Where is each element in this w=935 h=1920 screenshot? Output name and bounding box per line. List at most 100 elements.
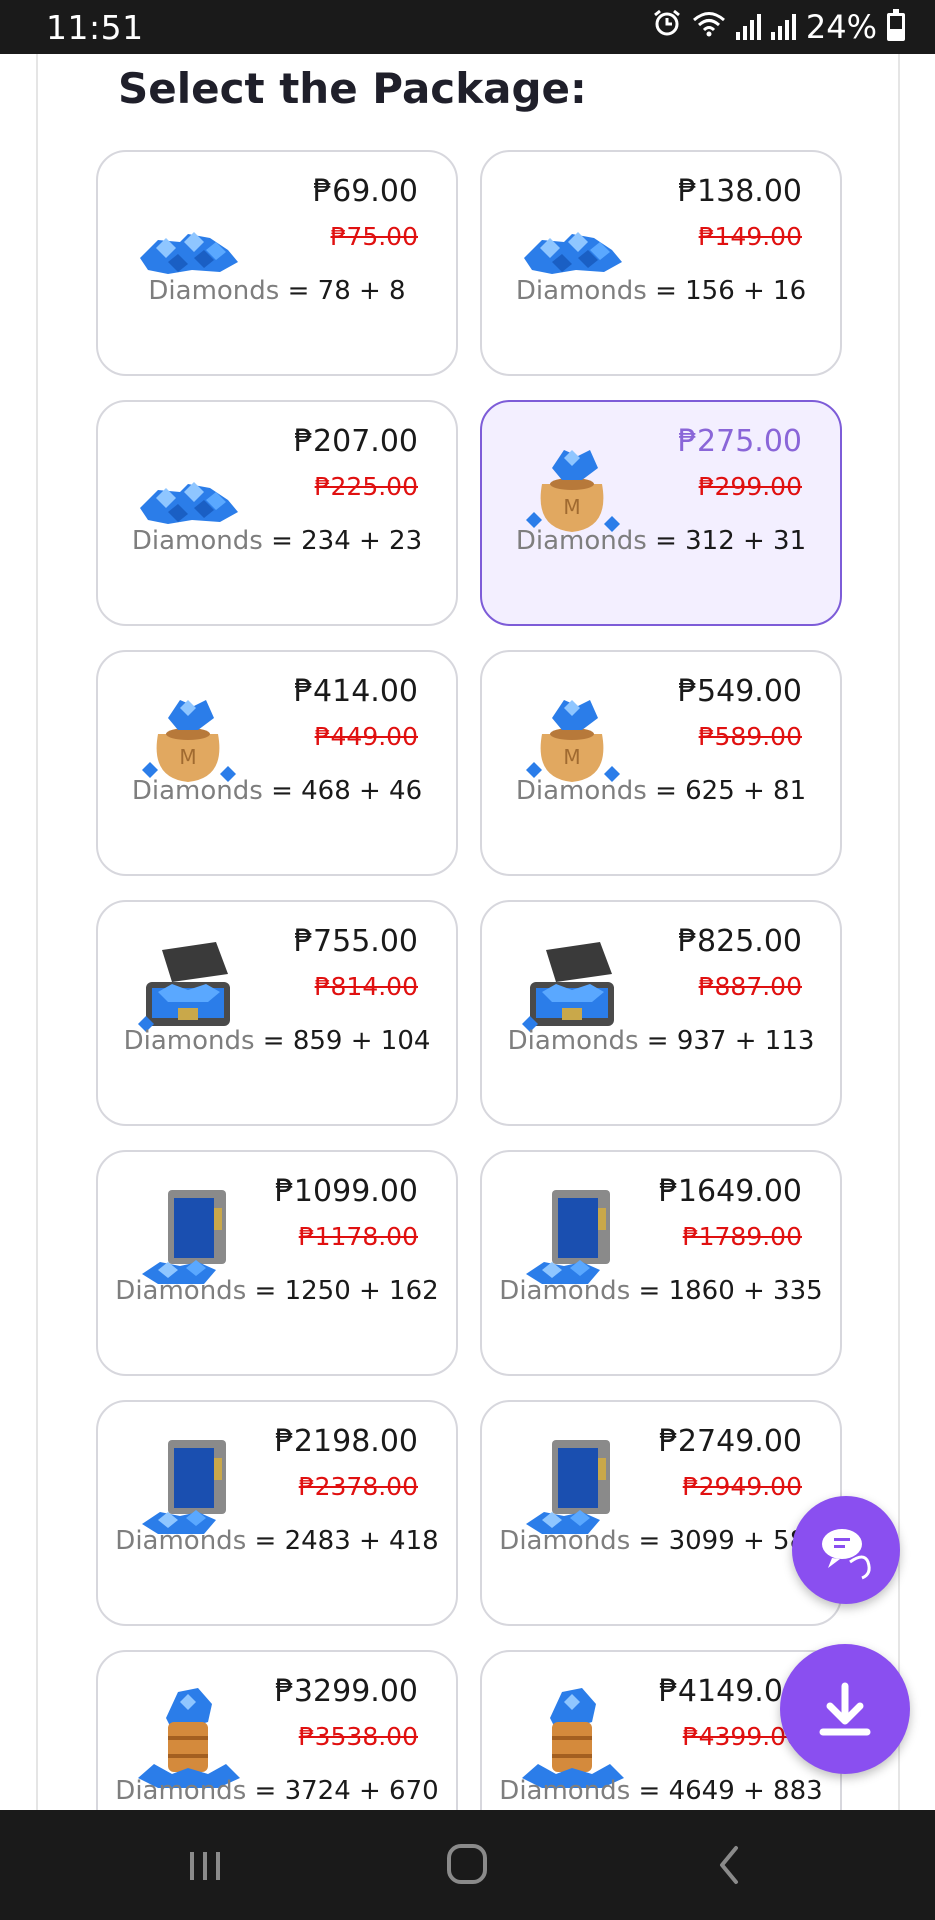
package-card[interactable]: ₱138.00 ₱149.00 Diamonds = 156 + 16: [480, 150, 842, 376]
signal-icon: [735, 14, 761, 40]
diamonds-label: Diamonds: [115, 1276, 247, 1306]
recent-apps-button[interactable]: [176, 1840, 236, 1890]
package-card[interactable]: ₱825.00 ₱887.00 Diamonds = 937 + 113: [480, 900, 842, 1126]
package-card[interactable]: ₱755.00 ₱814.00 Diamonds = 859 + 104: [96, 900, 458, 1126]
package-card[interactable]: M ₱549.00 ₱589.00 Diamonds = 625 + 81: [480, 650, 842, 876]
diamonds-amount: = 859 + 104: [262, 1026, 431, 1056]
package-description: Diamonds = 2483 + 418: [98, 1526, 456, 1556]
diamonds-amount: = 937 + 113: [646, 1026, 815, 1056]
package-description: Diamonds = 156 + 16: [482, 276, 840, 306]
package-price: ₱275.00: [677, 424, 802, 459]
signal-icon-2: [770, 14, 796, 40]
package-price: ₱1099.00: [274, 1174, 418, 1209]
page-title: Select the Package:: [118, 64, 587, 113]
diamonds-amount: = 156 + 16: [655, 276, 807, 306]
package-description: Diamonds = 234 + 23: [98, 526, 456, 556]
diamonds-amount: = 312 + 31: [655, 526, 807, 556]
package-old-price: ₱589.00: [698, 722, 802, 751]
diamonds-amount: = 78 + 8: [287, 276, 406, 306]
package-old-price: ₱149.00: [698, 222, 802, 251]
recent-apps-icon: [190, 1852, 220, 1880]
package-card[interactable]: M ₱275.00 ₱299.00 Diamonds = 312 + 31: [480, 400, 842, 626]
package-old-price: ₱814.00: [314, 972, 418, 1001]
diamonds-label: Diamonds: [115, 1776, 247, 1806]
svg-text:M: M: [563, 745, 580, 769]
home-button[interactable]: [437, 1840, 497, 1890]
package-price: ₱1649.00: [658, 1174, 802, 1209]
package-old-price: ₱1178.00: [298, 1222, 418, 1251]
package-old-price: ₱887.00: [698, 972, 802, 1001]
diamonds-amount: = 4649 + 883: [638, 1776, 823, 1806]
status-icons: 24%: [652, 8, 905, 46]
home-icon: [447, 1844, 487, 1884]
package-description: Diamonds = 1860 + 335: [482, 1276, 840, 1306]
back-icon: [720, 1846, 738, 1884]
wifi-icon: [692, 8, 726, 46]
diamonds-amount: = 468 + 46: [271, 776, 423, 806]
diamonds-amount: = 625 + 81: [655, 776, 807, 806]
diamonds-label: Diamonds: [115, 1526, 247, 1556]
package-card[interactable]: ₱2749.00 ₱2949.00 Diamonds = 3099 + 589: [480, 1400, 842, 1626]
package-old-price: ₱225.00: [314, 472, 418, 501]
package-description: Diamonds = 3099 + 589: [482, 1526, 840, 1556]
battery-icon: [887, 9, 905, 41]
system-nav-bar: [0, 1810, 935, 1920]
package-card[interactable]: ₱1649.00 ₱1789.00 Diamonds = 1860 + 335: [480, 1150, 842, 1376]
diamonds-label: Diamonds: [499, 1276, 631, 1306]
package-card[interactable]: ₱2198.00 ₱2378.00 Diamonds = 2483 + 418: [96, 1400, 458, 1626]
package-old-price: ₱3538.00: [298, 1722, 418, 1751]
package-old-price: ₱2378.00: [298, 1472, 418, 1501]
diamonds-label: Diamonds: [131, 776, 263, 806]
package-description: Diamonds = 1250 + 162: [98, 1276, 456, 1306]
battery-percent: 24%: [805, 8, 877, 46]
package-old-price: ₱2949.00: [682, 1472, 802, 1501]
diamonds-amount: = 234 + 23: [271, 526, 423, 556]
status-bar: 11:51 24%: [0, 0, 935, 54]
package-card[interactable]: ₱3299.00 ₱3538.00 Diamonds = 3724 + 670: [96, 1650, 458, 1810]
diamonds-label: Diamonds: [507, 1026, 639, 1056]
diamonds-amount: = 2483 + 418: [254, 1526, 439, 1556]
package-price: ₱2198.00: [274, 1424, 418, 1459]
package-card[interactable]: ₱1099.00 ₱1178.00 Diamonds = 1250 + 162: [96, 1150, 458, 1376]
svg-text:M: M: [563, 495, 580, 519]
back-button[interactable]: [700, 1840, 760, 1890]
package-price: ₱69.00: [313, 174, 418, 209]
download-button[interactable]: [780, 1644, 910, 1774]
package-price: ₱3299.00: [274, 1674, 418, 1709]
diamonds-label: Diamonds: [515, 776, 647, 806]
package-price: ₱825.00: [677, 924, 802, 959]
package-old-price: ₱75.00: [330, 222, 418, 251]
package-price: ₱2749.00: [658, 1424, 802, 1459]
chat-bubble-icon: [822, 1529, 871, 1580]
package-old-price: ₱449.00: [314, 722, 418, 751]
package-description: Diamonds = 78 + 8: [98, 276, 456, 306]
package-card[interactable]: ₱69.00 ₱75.00 Diamonds = 78 + 8: [96, 150, 458, 376]
status-time: 11:51: [46, 8, 144, 47]
package-price: ₱755.00: [293, 924, 418, 959]
package-description: Diamonds = 312 + 31: [482, 526, 840, 556]
package-description: Diamonds = 859 + 104: [98, 1026, 456, 1056]
diamonds-amount: = 1860 + 335: [638, 1276, 823, 1306]
package-old-price: ₱1789.00: [682, 1222, 802, 1251]
package-price: ₱138.00: [677, 174, 802, 209]
package-price: ₱549.00: [677, 674, 802, 709]
diamonds-label: Diamonds: [515, 526, 647, 556]
chat-button[interactable]: [792, 1496, 900, 1604]
diamonds-amount: = 3724 + 670: [254, 1776, 439, 1806]
diamonds-label: Diamonds: [499, 1526, 631, 1556]
package-page: Select the Package: ₱69.00 ₱75.00 Diamonds…: [0, 54, 935, 1810]
package-description: Diamonds = 937 + 113: [482, 1026, 840, 1056]
package-price: ₱414.00: [293, 674, 418, 709]
package-card[interactable]: M ₱414.00 ₱449.00 Diamonds = 468 + 46: [96, 650, 458, 876]
package-description: Diamonds = 4649 + 883: [482, 1776, 840, 1806]
diamonds-label: Diamonds: [123, 1026, 255, 1056]
diamonds-label: Diamonds: [499, 1776, 631, 1806]
package-description: Diamonds = 468 + 46: [98, 776, 456, 806]
package-card[interactable]: ₱207.00 ₱225.00 Diamonds = 234 + 23: [96, 400, 458, 626]
svg-text:M: M: [179, 745, 196, 769]
diamonds-label: Diamonds: [131, 526, 263, 556]
diamonds-label: Diamonds: [515, 276, 647, 306]
alarm-icon: [652, 8, 682, 46]
package-old-price: ₱299.00: [698, 472, 802, 501]
download-icon: [819, 1682, 871, 1736]
